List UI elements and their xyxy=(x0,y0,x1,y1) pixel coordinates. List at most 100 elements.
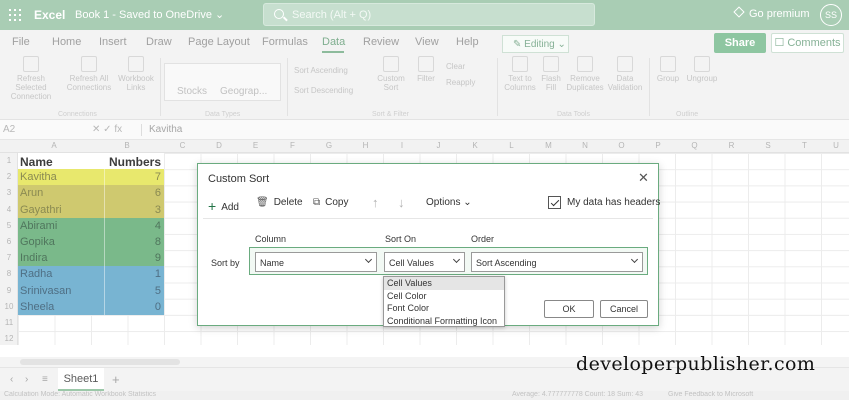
table-row[interactable]: Indira 9 xyxy=(18,250,164,267)
filter-button[interactable]: Filter xyxy=(412,56,440,83)
remove-duplicates-button[interactable]: Remove Duplicates xyxy=(565,56,605,92)
column-header[interactable]: J xyxy=(420,141,457,150)
options-button[interactable]: Options ⌄ xyxy=(426,197,472,208)
move-up-icon[interactable]: ↑ xyxy=(372,195,379,210)
sort-level-row[interactable]: Name Cell Values Sort Ascending xyxy=(249,247,648,275)
data-types-gallery[interactable]: Stocks Geograp... xyxy=(164,63,281,101)
go-premium-link[interactable]: Go premium xyxy=(733,6,810,20)
cancel-button[interactable]: Cancel xyxy=(600,300,648,318)
refresh-selected-button[interactable]: Refresh Selected Connection xyxy=(2,56,60,101)
table-row[interactable]: Radha 1 xyxy=(18,266,164,283)
column-header[interactable]: T xyxy=(786,141,823,150)
option-cell-color[interactable]: Cell Color xyxy=(384,290,504,303)
sort-on-select[interactable]: Cell Values xyxy=(384,252,465,272)
sheet-tab-sheet1[interactable]: Sheet1 xyxy=(58,368,104,391)
table-row[interactable]: Gayathri 3 xyxy=(18,201,164,218)
feedback-link[interactable]: Give Feedback to Microsoft xyxy=(668,391,753,398)
move-down-icon[interactable]: ↓ xyxy=(398,195,405,210)
ok-button[interactable]: OK xyxy=(544,300,594,318)
group-button[interactable]: Group xyxy=(654,56,682,83)
flash-fill-button[interactable]: Flash Fill xyxy=(537,56,565,92)
row-header[interactable]: 11 xyxy=(0,318,18,327)
column-header[interactable]: Q xyxy=(676,141,713,150)
delete-level-button[interactable]: 🗑 Delete xyxy=(256,197,303,208)
table-header-row[interactable]: Name Numbers xyxy=(18,153,164,170)
option-cell-values[interactable]: Cell Values xyxy=(384,277,504,290)
avatar[interactable]: SS xyxy=(820,4,842,26)
row-header[interactable]: 10 xyxy=(0,302,18,311)
clear-button[interactable]: Clear xyxy=(446,62,465,71)
column-header[interactable]: K xyxy=(457,141,493,150)
column-header[interactable]: D xyxy=(201,141,237,150)
table-row[interactable]: Sheela 0 xyxy=(18,298,164,315)
formula-controls[interactable]: ✕ ✓ fx xyxy=(92,124,122,135)
row-header[interactable]: 7 xyxy=(0,253,18,262)
row-header[interactable]: 2 xyxy=(0,172,18,181)
order-select[interactable]: Sort Ascending xyxy=(471,252,643,272)
row-header[interactable]: 5 xyxy=(0,221,18,230)
scroll-thumb[interactable] xyxy=(20,359,180,365)
column-header[interactable]: S xyxy=(750,141,786,150)
close-icon[interactable]: ✕ xyxy=(638,170,649,186)
add-sheet-button[interactable]: + xyxy=(112,372,120,387)
column-header[interactable]: C xyxy=(164,141,201,150)
table-row[interactable]: Kavitha 7 xyxy=(18,169,164,186)
stocks-button[interactable]: Stocks xyxy=(177,86,207,97)
tab-data[interactable]: Data xyxy=(322,36,345,48)
search-input[interactable] xyxy=(292,7,582,23)
column-select[interactable]: Name xyxy=(255,252,377,272)
ungroup-button[interactable]: Ungroup xyxy=(684,56,720,83)
data-validation-button[interactable]: Data Validation xyxy=(605,56,645,92)
sort-ascending-button[interactable]: Sort Ascending xyxy=(294,66,348,75)
row-header[interactable]: 9 xyxy=(0,286,18,295)
row-header[interactable]: 6 xyxy=(0,237,18,246)
table-row[interactable]: Srinivasan 5 xyxy=(18,282,164,299)
row-header[interactable]: 8 xyxy=(0,269,18,278)
tab-review[interactable]: Review xyxy=(363,36,399,48)
tab-file[interactable]: File xyxy=(12,36,30,48)
column-header[interactable]: F xyxy=(274,141,311,150)
copy-level-button[interactable]: ⧉ Copy xyxy=(313,197,349,208)
table-row[interactable]: Abirami 4 xyxy=(18,217,164,234)
app-name[interactable]: Excel xyxy=(34,8,65,22)
column-header[interactable]: N xyxy=(567,141,603,150)
column-header[interactable]: P xyxy=(640,141,676,150)
search-box[interactable] xyxy=(263,3,595,26)
editing-mode-button[interactable]: ✎ Editing ⌄ xyxy=(502,35,569,53)
column-header[interactable]: M xyxy=(530,141,567,150)
document-title[interactable]: Book 1 - Saved to OneDrive ⌄ xyxy=(75,8,224,21)
comments-button[interactable]: ☐ Comments xyxy=(771,33,844,53)
geography-button[interactable]: Geograp... xyxy=(220,86,267,97)
sheet-nav-prev-icon[interactable]: ‹ xyxy=(10,374,13,385)
column-header[interactable]: R xyxy=(713,141,750,150)
option-conditional-formatting-icon[interactable]: Conditional Formatting Icon xyxy=(384,315,504,328)
sort-descending-button[interactable]: Sort Descending xyxy=(294,86,353,95)
row-header[interactable]: 1 xyxy=(0,156,18,165)
row-header[interactable]: 3 xyxy=(0,188,18,197)
name-box[interactable]: A2 xyxy=(3,124,15,135)
column-header[interactable]: O xyxy=(603,141,640,150)
workbook-links-button[interactable]: Workbook Links xyxy=(116,56,156,92)
text-to-columns-button[interactable]: Text to Columns xyxy=(503,56,537,92)
column-header[interactable]: I xyxy=(384,141,420,150)
tab-page-layout[interactable]: Page Layout xyxy=(188,36,250,48)
sheet-nav-next-icon[interactable]: › xyxy=(25,374,28,385)
column-header[interactable]: U xyxy=(823,141,849,150)
tab-view[interactable]: View xyxy=(415,36,439,48)
table-row[interactable]: Gopika 8 xyxy=(18,234,164,251)
tab-formulas[interactable]: Formulas xyxy=(262,36,308,48)
column-header[interactable]: B xyxy=(90,141,164,150)
share-button[interactable]: Share xyxy=(714,33,766,53)
column-header[interactable]: L xyxy=(493,141,530,150)
tab-draw[interactable]: Draw xyxy=(146,36,172,48)
column-header[interactable]: H xyxy=(347,141,384,150)
reapply-button[interactable]: Reapply xyxy=(446,78,475,87)
option-font-color[interactable]: Font Color xyxy=(384,302,504,315)
column-header[interactable]: A xyxy=(18,141,90,150)
checkbox-checked-icon[interactable] xyxy=(548,196,561,209)
column-header[interactable]: G xyxy=(311,141,347,150)
refresh-all-button[interactable]: Refresh All Connections xyxy=(62,56,116,92)
formula-input[interactable]: Kavitha xyxy=(149,124,182,135)
tab-help[interactable]: Help xyxy=(456,36,479,48)
app-launcher-icon[interactable] xyxy=(9,9,21,21)
